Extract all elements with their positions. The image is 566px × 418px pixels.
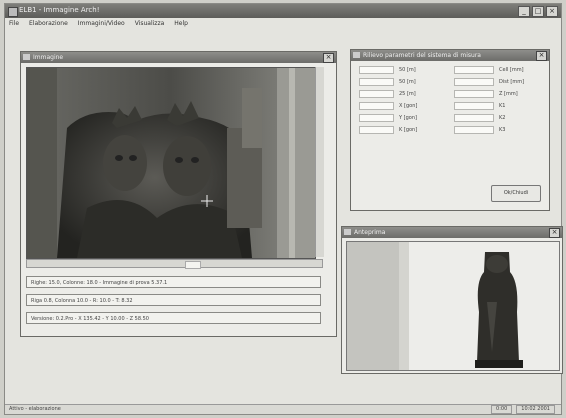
close-button[interactable]: × bbox=[546, 6, 558, 17]
param-field[interactable] bbox=[359, 78, 394, 86]
minimize-button[interactable]: _ bbox=[518, 6, 530, 17]
app-window: ELB1 - Immagine Arch! _ □ × File Elabora… bbox=[4, 3, 563, 415]
param-field[interactable] bbox=[454, 114, 494, 122]
window-icon bbox=[23, 54, 30, 60]
image-window-close-button[interactable]: × bbox=[323, 53, 334, 63]
status-line: Versione: 0.2.Pro - X 135.42 - Y 10.00 -… bbox=[26, 312, 321, 324]
param-label: K1 bbox=[499, 103, 506, 109]
parameter-row: 50 [m] Dist [mm] bbox=[359, 78, 541, 90]
preview-window: Anteprima × bbox=[341, 226, 563, 374]
statue-photo bbox=[347, 242, 559, 370]
param-label: Y [gon] bbox=[399, 115, 417, 121]
param-field[interactable] bbox=[454, 78, 494, 86]
image-horizontal-scrollbar[interactable] bbox=[26, 259, 323, 269]
menu-bar: File Elaborazione Immagini/Video Visuali… bbox=[5, 19, 561, 29]
parameters-window-titlebar: Rilievo parametri del sistema di misura … bbox=[351, 50, 549, 61]
menu-immagini[interactable]: Immagini/Video bbox=[78, 19, 125, 29]
maximize-button[interactable]: □ bbox=[532, 6, 544, 17]
image-vertical-scrollbar[interactable] bbox=[315, 67, 324, 257]
menu-visualizza[interactable]: Visualizza bbox=[135, 19, 165, 29]
parameters-window-close-button[interactable]: × bbox=[536, 51, 547, 61]
ok-button[interactable]: Ok/Chiudi bbox=[491, 185, 541, 202]
param-field[interactable] bbox=[454, 102, 494, 110]
status-counter: 0:00 bbox=[491, 405, 513, 414]
image-viewport[interactable] bbox=[26, 67, 316, 259]
param-label: 50 [m] bbox=[399, 79, 416, 85]
param-field[interactable] bbox=[454, 66, 494, 74]
image-window-titlebar: Immagine × bbox=[21, 52, 336, 63]
parameter-row: 50 [m] Cell [mm] bbox=[359, 66, 541, 78]
menu-elaborazione[interactable]: Elaborazione bbox=[29, 19, 68, 29]
parameters-window: Rilievo parametri del sistema di misura … bbox=[350, 49, 550, 211]
app-icon bbox=[8, 7, 18, 17]
horizontal-scroll-thumb[interactable] bbox=[185, 261, 201, 269]
window-icon bbox=[344, 229, 351, 235]
param-label: K3 bbox=[499, 127, 506, 133]
menu-help[interactable]: Help bbox=[174, 19, 188, 29]
parameter-row: X [gon] K1 bbox=[359, 102, 541, 114]
menu-file[interactable]: File bbox=[9, 19, 19, 29]
param-label: 25 [m] bbox=[399, 91, 416, 97]
param-field[interactable] bbox=[359, 114, 394, 122]
param-field[interactable] bbox=[359, 126, 394, 134]
status-line: Righe: 15.0, Colonne: 18.0 - Immagine di… bbox=[26, 276, 321, 288]
status-bar: Attivo - elaborazione 0:00 10:02 2001 bbox=[5, 404, 561, 414]
preview-window-titlebar: Anteprima × bbox=[342, 227, 562, 238]
app-titlebar: ELB1 - Immagine Arch! _ □ × bbox=[5, 4, 561, 18]
preview-window-close-button[interactable]: × bbox=[549, 228, 560, 238]
parameters-window-title: Rilievo parametri del sistema di misura bbox=[363, 52, 481, 59]
app-title: ELB1 - Immagine Arch! bbox=[19, 6, 100, 14]
parameter-row: 25 [m] Z [mm] bbox=[359, 90, 541, 102]
status-text: Attivo - elaborazione bbox=[9, 406, 61, 412]
param-field[interactable] bbox=[454, 90, 494, 98]
status-line: Riga 0.8, Colonna 10.0 - R: 10.0 - T: 8.… bbox=[26, 294, 321, 306]
param-label: Dist [mm] bbox=[499, 79, 525, 85]
param-label: 50 [m] bbox=[399, 67, 416, 73]
status-clock: 10:02 2001 bbox=[516, 405, 555, 414]
param-field[interactable] bbox=[359, 66, 394, 74]
parameters-grid: 50 [m] Cell [mm] 50 [m] Dist [mm] 25 [m]… bbox=[359, 66, 541, 138]
param-label: X [gon] bbox=[399, 103, 418, 109]
param-label: Z [mm] bbox=[499, 91, 518, 97]
preview-window-title: Anteprima bbox=[354, 229, 386, 236]
window-icon bbox=[353, 52, 360, 58]
param-field[interactable] bbox=[359, 102, 394, 110]
param-label: K2 bbox=[499, 115, 506, 121]
sculpture-photo bbox=[27, 68, 315, 258]
param-field[interactable] bbox=[359, 90, 394, 98]
image-window-title: Immagine bbox=[33, 54, 64, 61]
parameter-row: K [gon] K3 bbox=[359, 126, 541, 138]
image-window: Immagine × Righe: 15.0, Colonne: 18.0 - … bbox=[20, 51, 337, 337]
param-label: K [gon] bbox=[399, 127, 418, 133]
param-field[interactable] bbox=[454, 126, 494, 134]
parameter-row: Y [gon] K2 bbox=[359, 114, 541, 126]
param-label: Cell [mm] bbox=[499, 67, 524, 73]
preview-viewport[interactable] bbox=[346, 241, 560, 371]
